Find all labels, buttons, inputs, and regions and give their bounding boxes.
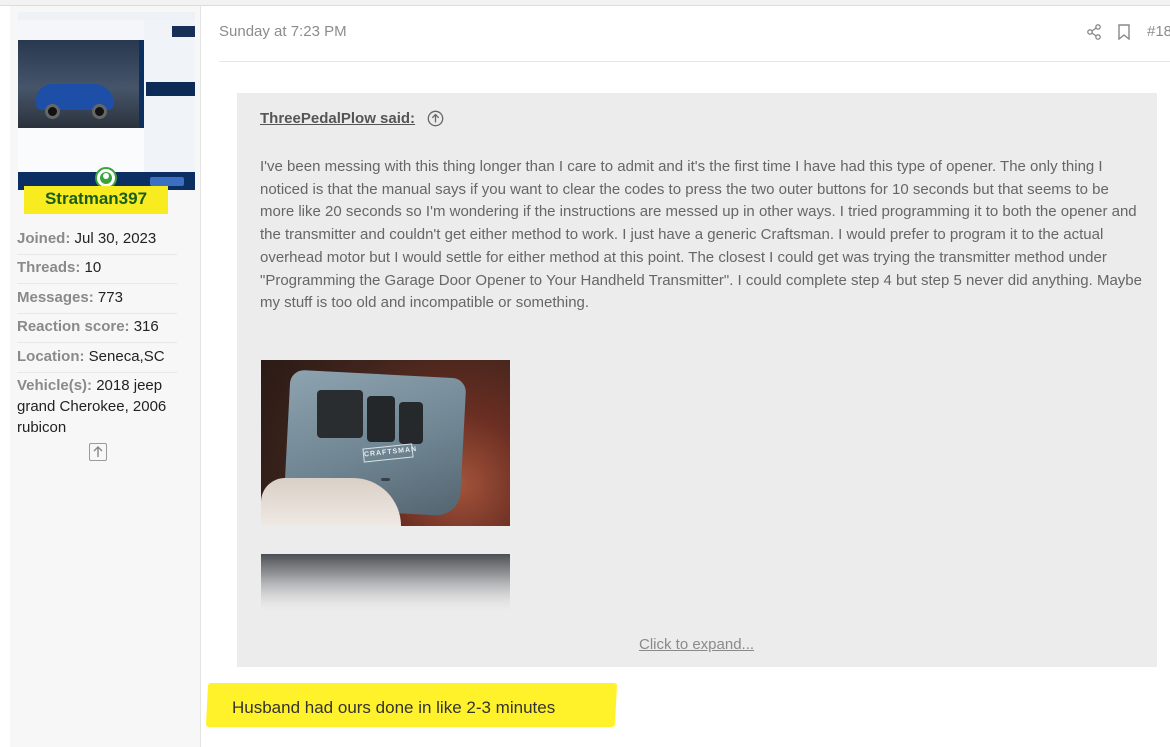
scroll-up-icon[interactable] xyxy=(89,443,107,461)
username-link[interactable]: Stratman397 xyxy=(24,189,168,209)
stat-messages: Messages: 773 xyxy=(17,287,177,314)
user-avatar[interactable] xyxy=(18,12,195,190)
remote-button xyxy=(367,396,395,442)
click-to-expand-link[interactable]: Click to expand... xyxy=(639,636,754,653)
stat-label: Location: xyxy=(17,348,85,365)
stat-threads: Threads: 10 xyxy=(17,257,177,284)
attached-photo-faded[interactable] xyxy=(261,554,510,614)
stat-label: Joined: xyxy=(17,230,71,247)
quote-author-link[interactable]: ThreePedalPlow said: xyxy=(260,110,415,127)
stat-value: Jul 30, 2023 xyxy=(74,230,157,247)
stat-label: Vehicle(s): xyxy=(17,377,93,394)
stat-joined: Joined: Jul 30, 2023 xyxy=(17,228,177,255)
stat-value: 773 xyxy=(97,289,123,306)
stat-vehicles: Vehicle(s): 2018 jeep grand Cherokee, 20… xyxy=(17,375,177,443)
stat-reaction-score: Reaction score: 316 xyxy=(17,316,177,343)
remote-button xyxy=(317,390,363,438)
stat-value: Seneca,SC xyxy=(88,348,165,365)
avatar-car-wheel xyxy=(92,104,107,119)
remote-button xyxy=(399,402,423,444)
attached-photo-remote[interactable]: CRAFTSMAN xyxy=(261,360,510,526)
avatar-price-tag xyxy=(172,26,195,37)
avatar-car-wheel xyxy=(45,104,60,119)
avatar-browser-bar xyxy=(18,12,195,20)
jump-to-quote-icon[interactable] xyxy=(427,110,444,132)
stat-value: 316 xyxy=(133,318,159,335)
avatar-footer-button xyxy=(150,177,184,186)
remote-led xyxy=(381,478,390,481)
avatar-side-panel xyxy=(144,20,195,172)
stat-label: Threads: xyxy=(17,259,81,276)
post-number[interactable]: #18 xyxy=(1147,23,1170,40)
avatar-car-photo xyxy=(18,40,139,128)
quote-body-text: I've been messing with this thing longer… xyxy=(260,158,1142,312)
bookmark-icon[interactable] xyxy=(1117,24,1131,45)
share-icon[interactable] xyxy=(1086,24,1102,45)
post-date[interactable]: Sunday at 7:23 PM xyxy=(219,23,347,40)
stat-label: Messages: xyxy=(17,289,94,306)
stat-location: Location: Seneca,SC xyxy=(17,346,177,373)
header-divider xyxy=(219,61,1170,62)
avatar-nav-strip xyxy=(18,20,144,40)
avatar-packages-bar xyxy=(146,82,195,96)
stat-label: Reaction score: xyxy=(17,318,130,335)
stat-value: 10 xyxy=(84,259,102,276)
avatar-page-area xyxy=(18,128,144,172)
reply-text: Husband had ours done in like 2-3 minute… xyxy=(232,698,556,717)
